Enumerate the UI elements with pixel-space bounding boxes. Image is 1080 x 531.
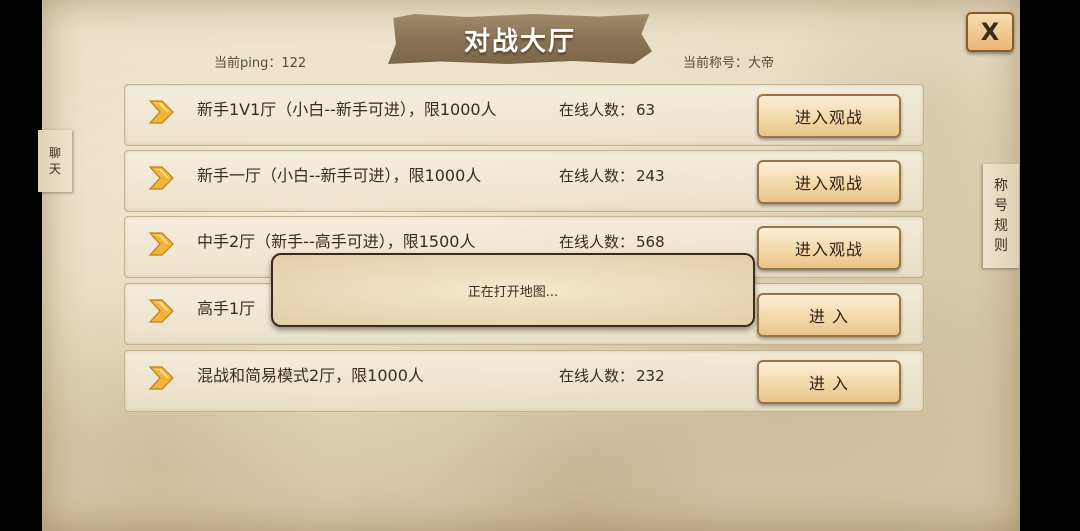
online-number: 243 [636, 167, 665, 185]
chat-tab-char: 聊 [48, 146, 61, 160]
online-count: 在线人数： 232 [559, 351, 665, 409]
loading-dialog: 正在打开地图... [271, 253, 755, 327]
spectate-button[interactable]: 进入观战 [757, 160, 901, 204]
title-banner: 对战大厅 [388, 14, 652, 64]
online-number: 568 [636, 233, 665, 251]
ping-display: 当前ping：122 [214, 56, 307, 71]
online-count: 在线人数： 243 [559, 151, 665, 209]
rules-tab-char: 称 [994, 178, 1008, 194]
loading-text: 正在打开地图... [467, 284, 559, 300]
chevron-right-icon [148, 100, 174, 124]
online-label: 在线人数： [559, 101, 635, 119]
online-label: 在线人数： [559, 167, 635, 185]
room-row: 新手1V1厅（小白--新手可进），限1000人 在线人数： 63 进入观战 [124, 84, 924, 146]
chevron-right-icon [148, 299, 174, 323]
page-title: 对战大厅 [463, 26, 576, 57]
chat-tab[interactable]: 聊 天 [38, 130, 72, 192]
rules-tab-char: 则 [994, 238, 1008, 254]
enter-button[interactable]: 进 入 [757, 293, 901, 337]
room-name: 高手1厅 [197, 299, 256, 318]
room-row: 新手一厅（小白--新手可进），限1000人 在线人数： 243 进入观战 [124, 150, 924, 212]
close-icon: X [980, 18, 1000, 46]
chevron-right-icon [148, 166, 174, 190]
rules-tab-char: 号 [994, 198, 1008, 214]
room-row: 混战和简易模式2厅，限1000人 在线人数： 232 进 入 [124, 350, 924, 412]
chevron-right-icon [148, 232, 174, 256]
rules-tab-char: 规 [994, 218, 1008, 234]
rank-rules-tab[interactable]: 称 号 规 则 [983, 164, 1019, 268]
online-label: 在线人数： [559, 367, 635, 385]
enter-button[interactable]: 进 入 [757, 360, 901, 404]
online-label: 在线人数： [559, 233, 635, 251]
online-count: 在线人数： 63 [559, 85, 655, 143]
close-button[interactable]: X [966, 12, 1014, 52]
chevron-right-icon [148, 366, 174, 390]
spectate-button[interactable]: 进入观战 [757, 94, 901, 138]
rank-display: 当前称号：大帝 [683, 56, 775, 71]
online-number: 63 [636, 101, 656, 119]
room-name: 新手1V1厅（小白--新手可进），限1000人 [197, 100, 497, 119]
room-name: 混战和简易模式2厅，限1000人 [197, 366, 424, 385]
chat-tab-char: 天 [48, 162, 61, 176]
room-name: 新手一厅（小白--新手可进），限1000人 [197, 166, 482, 185]
spectate-button[interactable]: 进入观战 [757, 226, 901, 270]
online-number: 232 [636, 367, 665, 385]
